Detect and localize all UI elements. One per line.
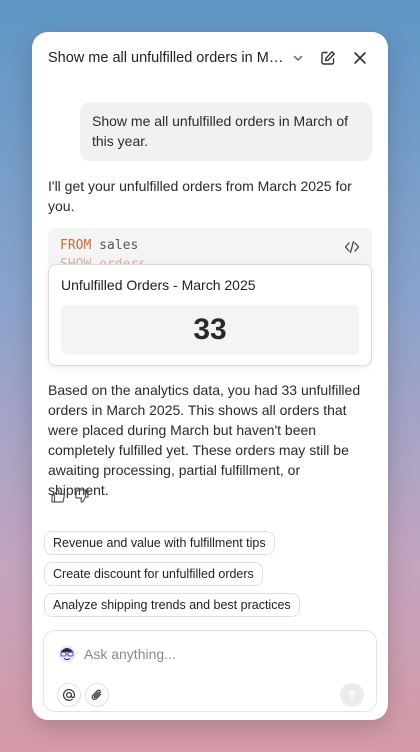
metric-value: 33: [61, 305, 359, 355]
attach-icon[interactable]: [85, 683, 109, 707]
suggestion-chip[interactable]: Create discount for unfulfilled orders: [44, 562, 263, 586]
mention-icon[interactable]: [57, 683, 81, 707]
ask-input[interactable]: [84, 643, 354, 665]
edit-icon[interactable]: [318, 48, 338, 68]
chat-header: Show me all unfulfilled orders in Mar...: [32, 32, 388, 84]
send-icon[interactable]: [340, 683, 364, 707]
ai-summary-text: Based on the analytics data, you had 33 …: [48, 382, 361, 498]
result-card[interactable]: Unfulfilled Orders - March 2025 33: [48, 264, 372, 366]
result-card-title: Unfulfilled Orders - March 2025: [61, 277, 256, 293]
suggestion-chip[interactable]: Revenue and value with fulfillment tips: [44, 531, 275, 555]
user-message: Show me all unfulfilled orders in March …: [80, 102, 372, 161]
thumbs-up-icon[interactable]: [50, 488, 66, 504]
sql-text: sales: [91, 238, 139, 253]
thumbs-down-icon[interactable]: [74, 488, 90, 504]
feedback-buttons: [50, 488, 90, 504]
chat-panel: Show me all unfulfilled orders in Mar...…: [32, 32, 388, 720]
ai-intro-text: I'll get your unfulfilled orders from Ma…: [48, 178, 352, 214]
suggestion-chip[interactable]: Analyze shipping trends and best practic…: [44, 593, 300, 617]
chevron-down-icon[interactable]: [292, 52, 304, 64]
composer: [43, 630, 377, 712]
assistant-avatar-icon: [58, 645, 76, 663]
conversation-title[interactable]: Show me all unfulfilled orders in Mar...: [48, 50, 286, 66]
close-icon[interactable]: [350, 48, 370, 68]
sql-keyword: FROM: [60, 238, 92, 253]
code-toggle-icon[interactable]: [344, 240, 360, 258]
